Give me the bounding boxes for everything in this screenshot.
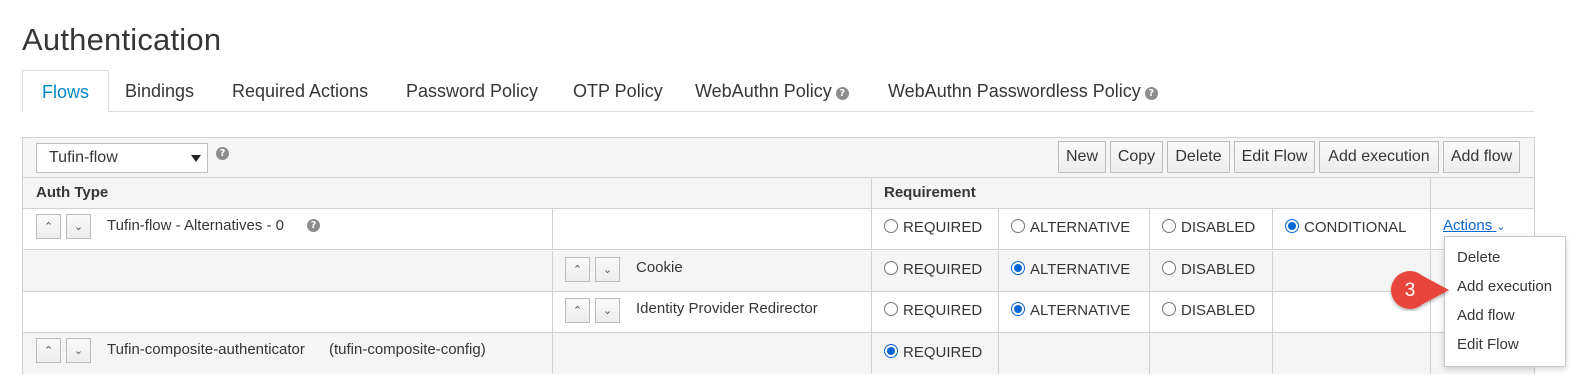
radio-button-icon: [1011, 261, 1025, 275]
actions-dropdown-menu: Delete Add execution Add flow Edit Flow: [1444, 236, 1566, 367]
callout-number: 3: [1405, 280, 1416, 301]
execution-name: Tufin-composite-authenticator: [107, 341, 305, 358]
actions-dropdown-toggle[interactable]: Actions ⌄: [1443, 217, 1506, 234]
table-row: ⌃ ⌄ Tufin-composite-authenticator (tufin…: [23, 333, 1534, 374]
tab-label: OTP Policy: [573, 81, 663, 101]
menu-item-edit-flow[interactable]: Edit Flow: [1457, 336, 1519, 353]
radio-required[interactable]: REQUIRED: [884, 344, 982, 361]
execution-name: Identity Provider Redirector: [636, 300, 818, 317]
execution-name: Cookie: [636, 259, 683, 276]
tab-otp-policy[interactable]: OTP Policy: [573, 70, 663, 112]
radio-button-icon: [884, 344, 898, 358]
radio-disabled[interactable]: DISABLED: [1162, 302, 1255, 319]
radio-required[interactable]: REQUIRED: [884, 261, 982, 278]
radio-button-icon: [884, 219, 898, 233]
flow-select[interactable]: Tufin-flow: [36, 143, 208, 173]
tab-flows[interactable]: Flows: [22, 70, 110, 113]
add-flow-button[interactable]: Add flow: [1443, 141, 1520, 173]
radio-alternative[interactable]: ALTERNATIVE: [1011, 219, 1130, 236]
tab-required-actions[interactable]: Required Actions: [232, 70, 368, 112]
radio-alternative[interactable]: ALTERNATIVE: [1011, 302, 1130, 319]
requirement-header: Requirement: [884, 184, 976, 201]
radio-button-icon: [1011, 219, 1025, 233]
table-toolbar: Tufin-flow ? New Copy Delete Edit Flow A…: [23, 138, 1534, 178]
page-title: Authentication: [22, 22, 222, 57]
question-circle-icon[interactable]: ?: [1144, 87, 1158, 100]
move-down-button[interactable]: ⌄: [66, 214, 91, 239]
menu-item-add-execution[interactable]: Add execution: [1457, 278, 1552, 295]
chevron-down-icon: ⌄: [1496, 221, 1506, 233]
radio-conditional[interactable]: CONDITIONAL: [1285, 219, 1407, 236]
tab-label: Bindings: [125, 81, 195, 101]
move-up-button[interactable]: ⌃: [565, 298, 590, 323]
flow-select-value: Tufin-flow: [49, 149, 118, 166]
radio-button-icon: [1285, 219, 1299, 233]
move-down-button[interactable]: ⌄: [66, 338, 91, 363]
move-up-button[interactable]: ⌃: [36, 214, 61, 239]
move-up-button[interactable]: ⌃: [36, 338, 61, 363]
delete-button[interactable]: Delete: [1167, 141, 1230, 173]
radio-disabled[interactable]: DISABLED: [1162, 261, 1255, 278]
new-button[interactable]: New: [1058, 141, 1106, 173]
execution-config: (tufin-composite-config): [329, 341, 486, 358]
table-row: ⌃ ⌄ Tufin-flow - Alternatives - 0 ? REQU…: [23, 209, 1534, 250]
tab-password-policy[interactable]: Password Policy: [406, 70, 538, 112]
tab-label: Required Actions: [232, 81, 369, 101]
radio-button-icon: [884, 261, 898, 275]
tab-label: Flows: [42, 82, 90, 102]
tab-label: WebAuthn Policy: [695, 81, 832, 101]
copy-button[interactable]: Copy: [1110, 141, 1163, 173]
menu-item-add-flow[interactable]: Add flow: [1457, 307, 1515, 324]
question-circle-icon[interactable]: ?: [216, 147, 229, 160]
table-header: Auth Type Requirement: [23, 178, 1534, 209]
tab-bindings[interactable]: Bindings: [125, 70, 194, 112]
edit-flow-button[interactable]: Edit Flow: [1234, 141, 1315, 173]
radio-button-icon: [1162, 219, 1176, 233]
question-circle-icon[interactable]: ?: [307, 219, 320, 232]
tab-label: WebAuthn Passwordless Policy: [888, 81, 1141, 101]
add-execution-button[interactable]: Add execution: [1319, 141, 1439, 173]
executions-table: Tufin-flow ? New Copy Delete Edit Flow A…: [22, 137, 1535, 374]
table-row: ⌃ ⌄ Identity Provider Redirector REQUIRE…: [23, 292, 1534, 333]
tab-webauthn-policy[interactable]: WebAuthn Policy?: [695, 70, 849, 112]
radio-alternative[interactable]: ALTERNATIVE: [1011, 261, 1130, 278]
tab-label: Password Policy: [406, 81, 539, 101]
move-down-button[interactable]: ⌄: [595, 257, 620, 282]
radio-button-icon: [1162, 261, 1176, 275]
radio-required[interactable]: REQUIRED: [884, 302, 982, 319]
move-down-button[interactable]: ⌄: [595, 298, 620, 323]
step-callout-marker: 3: [1389, 269, 1453, 311]
menu-item-delete[interactable]: Delete: [1457, 249, 1500, 266]
radio-button-icon: [884, 302, 898, 316]
tab-bar: Flows Bindings Required Actions Password…: [22, 70, 1535, 113]
tab-webauthn-passwordless-policy[interactable]: WebAuthn Passwordless Policy?: [888, 70, 1158, 112]
table-row: ⌃ ⌄ Cookie REQUIRED ALTERNATIVE DISABLED: [23, 251, 1534, 292]
question-circle-icon[interactable]: ?: [835, 87, 849, 100]
radio-button-icon: [1011, 302, 1025, 316]
radio-required[interactable]: REQUIRED: [884, 219, 982, 236]
chevron-down-icon: [191, 155, 201, 162]
radio-disabled[interactable]: DISABLED: [1162, 219, 1255, 236]
radio-button-icon: [1162, 302, 1176, 316]
auth-type-header: Auth Type: [36, 184, 109, 201]
move-up-button[interactable]: ⌃: [565, 257, 590, 282]
execution-name: Tufin-flow - Alternatives - 0: [107, 217, 285, 234]
